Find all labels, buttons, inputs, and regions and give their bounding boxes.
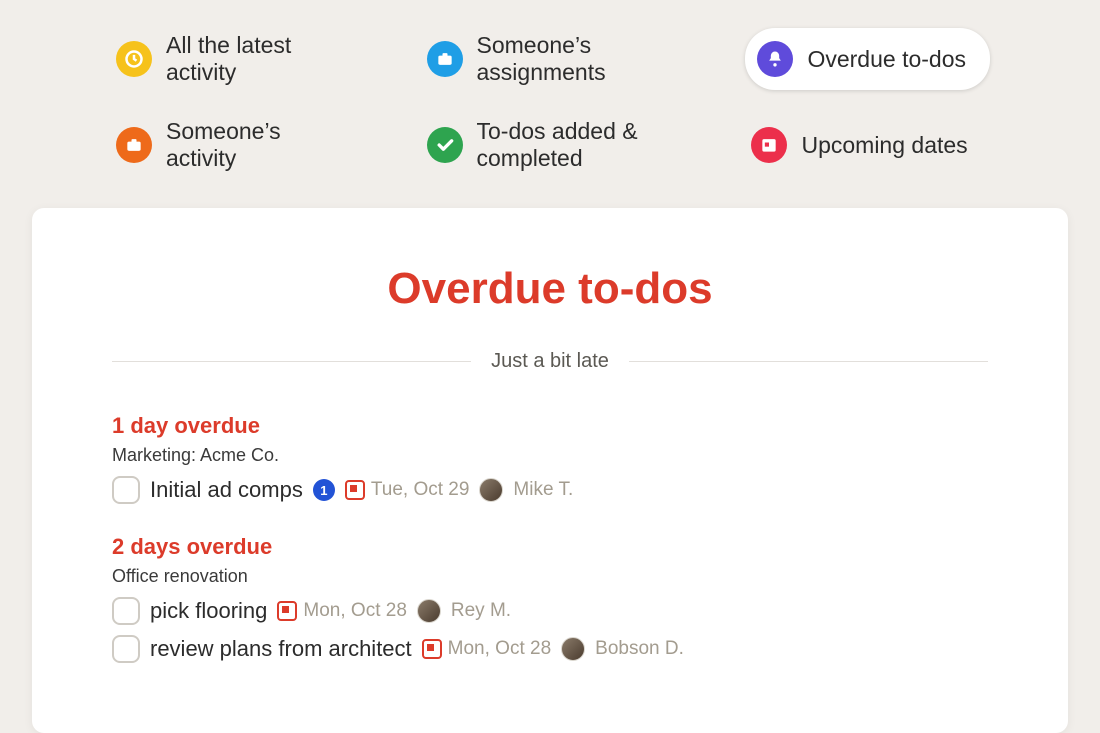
section-divider: Just a bit late [112, 350, 988, 373]
due-date-chip[interactable]: Mon, Oct 28 [422, 638, 552, 660]
nav-overdue-todos[interactable]: Overdue to-dos [745, 28, 990, 90]
todo-checkbox[interactable] [112, 597, 140, 625]
content-card: Overdue to-dos Just a bit late 1 day ove… [32, 208, 1068, 733]
due-date-text: Mon, Oct 28 [303, 600, 407, 622]
todo-title: pick flooring [150, 598, 267, 624]
nav-label: Overdue to-dos [807, 46, 966, 73]
todo-title: review plans from architect [150, 636, 412, 662]
calendar-icon [751, 127, 787, 163]
nav-someones-assignments[interactable]: Someone’s assignments [421, 28, 686, 90]
assignee-name: Mike T. [513, 479, 573, 501]
calendar-icon [345, 480, 365, 500]
filter-nav: All the latest activity Someone’s assign… [0, 0, 1100, 208]
assignee-name: Rey M. [451, 600, 511, 622]
todo-title: Initial ad comps [150, 477, 303, 503]
todo-checkbox[interactable] [112, 635, 140, 663]
overdue-section: 2 days overdue Office renovation pick fl… [112, 534, 988, 663]
assignee-avatar[interactable] [417, 599, 441, 623]
due-date-text: Mon, Oct 28 [448, 638, 552, 660]
briefcase-icon [427, 41, 463, 77]
todo-row[interactable]: review plans from architect Mon, Oct 28 … [112, 635, 988, 663]
nav-label: All the latest activity [166, 32, 355, 86]
todo-checkbox[interactable] [112, 476, 140, 504]
overdue-section: 1 day overdue Marketing: Acme Co. Initia… [112, 413, 988, 504]
due-date-chip[interactable]: Mon, Oct 28 [277, 600, 407, 622]
section-heading: 1 day overdue [112, 413, 988, 439]
project-name: Office renovation [112, 566, 988, 587]
divider-line [112, 361, 471, 362]
assignee-avatar[interactable] [561, 637, 585, 661]
divider-line [629, 361, 988, 362]
due-date-chip[interactable]: Tue, Oct 29 [345, 479, 470, 501]
nav-label: Upcoming dates [801, 132, 967, 159]
nav-label: Someone’s assignments [477, 32, 680, 86]
section-heading: 2 days overdue [112, 534, 988, 560]
calendar-icon [277, 601, 297, 621]
nav-latest-activity[interactable]: All the latest activity [110, 28, 361, 90]
due-date-text: Tue, Oct 29 [371, 479, 470, 501]
assignee-name: Bobson D. [595, 638, 684, 660]
clock-icon [116, 41, 152, 77]
calendar-icon [422, 639, 442, 659]
nav-label: Someone’s activity [166, 118, 355, 172]
divider-label: Just a bit late [491, 350, 609, 373]
todo-row[interactable]: Initial ad comps 1 Tue, Oct 29 Mike T. [112, 476, 988, 504]
assignee-avatar[interactable] [479, 478, 503, 502]
check-icon [427, 127, 463, 163]
briefcase-icon [116, 127, 152, 163]
todo-row[interactable]: pick flooring Mon, Oct 28 Rey M. [112, 597, 988, 625]
bell-icon [757, 41, 793, 77]
comment-count-badge[interactable]: 1 [313, 479, 335, 501]
nav-todos-added-completed[interactable]: To-dos added & completed [421, 114, 686, 176]
page-title: Overdue to-dos [112, 264, 988, 314]
project-name: Marketing: Acme Co. [112, 445, 988, 466]
nav-label: To-dos added & completed [477, 118, 680, 172]
nav-someones-activity[interactable]: Someone’s activity [110, 114, 361, 176]
nav-upcoming-dates[interactable]: Upcoming dates [745, 114, 990, 176]
